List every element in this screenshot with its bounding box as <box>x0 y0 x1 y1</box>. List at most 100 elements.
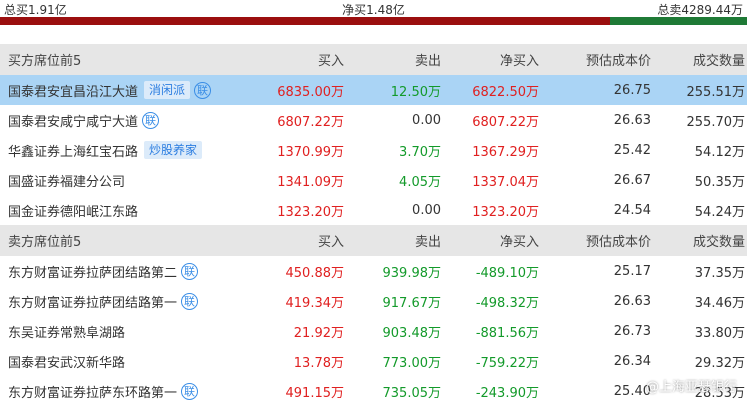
buy-section-header-row: 买方席位前5买入卖出净买入预估成本价成交数量 <box>0 44 747 75</box>
table-row[interactable]: 国泰君安宜昌沿江大道消闲派联 6835.00万12.50万6822.50万26.7… <box>0 75 747 105</box>
seat-cell: 国盛证券福建分公司 <box>0 165 264 195</box>
estimated-cost: 26.67 <box>539 165 651 195</box>
sell-section-title: 卖方席位前5 <box>0 225 264 256</box>
buy-amount: 6807.22万 <box>264 105 344 135</box>
sell-section-header-row: 卖方席位前5买入卖出净买入预估成本价成交数量 <box>0 225 747 256</box>
trade-volume: 255.51万 <box>651 75 747 105</box>
buy-amount: 1323.20万 <box>264 195 344 225</box>
table-row[interactable]: 国泰君安武汉新华路 13.78万773.00万-759.22万26.3429.32… <box>0 346 747 376</box>
net-buy-amount: -881.56万 <box>441 316 539 346</box>
seat-cell: 东方财富证券拉萨团结路第一联 <box>0 286 264 316</box>
column-header: 卖出 <box>344 225 441 256</box>
sell-amount: 0.00 <box>344 105 441 135</box>
sell-amount: 0.00 <box>344 195 441 225</box>
column-header: 买入 <box>264 225 344 256</box>
table-row[interactable]: 东方财富证券拉萨东环路第一联491.15万735.05万-243.90万25.4… <box>0 376 747 406</box>
column-header: 净买入 <box>441 225 539 256</box>
buy-amount: 491.15万 <box>264 376 344 406</box>
linked-seat-icon[interactable]: 联 <box>181 383 198 400</box>
estimated-cost: 25.17 <box>539 256 651 286</box>
seat-cell: 东方财富证券拉萨东环路第一联 <box>0 376 264 406</box>
estimated-cost: 25.42 <box>539 135 651 165</box>
net-buy-amount: 6822.50万 <box>441 75 539 105</box>
trade-volume: 54.24万 <box>651 195 747 225</box>
buy-amount: 1370.99万 <box>264 135 344 165</box>
net-buy-amount: 6807.22万 <box>441 105 539 135</box>
seat-cell: 东吴证券常熟阜湖路 <box>0 316 264 346</box>
estimated-cost: 26.63 <box>539 286 651 316</box>
trader-tag[interactable]: 炒股养家 <box>144 141 202 159</box>
buy-amount: 13.78万 <box>264 346 344 376</box>
seat-name: 东吴证券常熟阜湖路 <box>8 326 125 341</box>
estimated-cost: 24.54 <box>539 195 651 225</box>
seat-cell: 华鑫证券上海红宝石路炒股养家 <box>0 135 264 165</box>
seat-name: 东方财富证券拉萨团结路第二 <box>8 266 177 281</box>
buy-amount: 450.88万 <box>264 256 344 286</box>
trade-volume: 33.80万 <box>651 316 747 346</box>
sell-amount: 4.05万 <box>344 165 441 195</box>
table-row[interactable]: 国金证券德阳岷江东路1323.20万0.001323.20万24.5454.24… <box>0 195 747 225</box>
sell-amount: 735.05万 <box>344 376 441 406</box>
buy-amount: 6835.00万 <box>264 75 344 105</box>
table-row[interactable]: 华鑫证券上海红宝石路炒股养家1370.99万3.70万1367.29万25.42… <box>0 135 747 165</box>
seat-name: 国泰君安武汉新华路 <box>8 356 125 371</box>
seat-name: 国泰君安咸宁咸宁大道 <box>8 115 138 130</box>
estimated-cost: 26.63 <box>539 105 651 135</box>
trade-volume: 29.32万 <box>651 346 747 376</box>
estimated-cost: 26.75 <box>539 75 651 105</box>
net-buy-amount: -498.32万 <box>441 286 539 316</box>
seat-name: 国泰君安宜昌沿江大道 <box>8 85 138 100</box>
column-header: 预估成本价 <box>539 225 651 256</box>
column-header: 成交数量 <box>651 44 747 75</box>
net-buy-amount: -489.10万 <box>441 256 539 286</box>
total-sell-label: 总卖4289.44万 <box>657 1 743 18</box>
table-row[interactable]: 东方财富证券拉萨团结路第二联450.88万939.98万-489.10万25.1… <box>0 256 747 286</box>
trade-volume: 255.70万 <box>651 105 747 135</box>
sell-amount: 3.70万 <box>344 135 441 165</box>
net-buy-label: 净买1.48亿 <box>0 1 747 18</box>
sell-amount: 12.50万 <box>344 75 441 105</box>
column-header: 预估成本价 <box>539 44 651 75</box>
seat-name: 华鑫证券上海红宝石路 <box>8 145 138 160</box>
table-row[interactable]: 东吴证券常熟阜湖路21.92万903.48万-881.56万26.7333.80… <box>0 316 747 346</box>
linked-seat-icon[interactable]: 联 <box>181 293 198 310</box>
buy-ratio-fill <box>0 17 610 25</box>
table-row[interactable]: 国泰君安咸宁咸宁大道联6807.22万0.006807.22万26.63255.… <box>0 105 747 135</box>
buy-amount: 21.92万 <box>264 316 344 346</box>
table-row[interactable]: 东方财富证券拉萨团结路第一联419.34万917.67万-498.32万26.6… <box>0 286 747 316</box>
net-buy-amount: 1323.20万 <box>441 195 539 225</box>
net-buy-amount: 1337.04万 <box>441 165 539 195</box>
sell-amount: 917.67万 <box>344 286 441 316</box>
trader-tag[interactable]: 消闲派 <box>144 81 190 99</box>
table-row[interactable]: 国盛证券福建分公司1341.09万4.05万1337.04万26.6750.35… <box>0 165 747 195</box>
trade-volume: 34.46万 <box>651 286 747 316</box>
linked-seat-icon[interactable]: 联 <box>194 82 211 99</box>
seat-table: 买方席位前5买入卖出净买入预估成本价成交数量国泰君安宜昌沿江大道消闲派联6835… <box>0 44 747 406</box>
summary-header: 总买1.91亿 净买1.48亿 总卖4289.44万 <box>0 0 747 17</box>
seat-cell: 国泰君安武汉新华路 <box>0 346 264 376</box>
net-buy-amount: 1367.29万 <box>441 135 539 165</box>
buy-sell-ratio-bar <box>0 17 747 25</box>
net-buy-amount: -243.90万 <box>441 376 539 406</box>
column-header: 成交数量 <box>651 225 747 256</box>
estimated-cost: 26.34 <box>539 346 651 376</box>
buy-amount: 419.34万 <box>264 286 344 316</box>
seat-cell: 东方财富证券拉萨团结路第二联 <box>0 256 264 286</box>
net-buy-amount: -759.22万 <box>441 346 539 376</box>
seat-name: 国盛证券福建分公司 <box>8 175 125 190</box>
watermark: @上海亚瑟银行 <box>646 376 737 395</box>
sell-ratio-fill <box>610 17 747 25</box>
linked-seat-icon[interactable]: 联 <box>181 263 198 280</box>
column-header: 卖出 <box>344 44 441 75</box>
column-header: 净买入 <box>441 44 539 75</box>
estimated-cost: 26.73 <box>539 316 651 346</box>
estimated-cost: 25.40 <box>539 376 651 406</box>
seat-cell: 国金证券德阳岷江东路 <box>0 195 264 225</box>
sell-amount: 773.00万 <box>344 346 441 376</box>
trade-volume: 50.35万 <box>651 165 747 195</box>
column-header: 买入 <box>264 44 344 75</box>
seat-name: 东方财富证券拉萨团结路第一 <box>8 296 177 311</box>
linked-seat-icon[interactable]: 联 <box>142 112 159 129</box>
buy-section-title: 买方席位前5 <box>0 44 264 75</box>
sell-amount: 939.98万 <box>344 256 441 286</box>
